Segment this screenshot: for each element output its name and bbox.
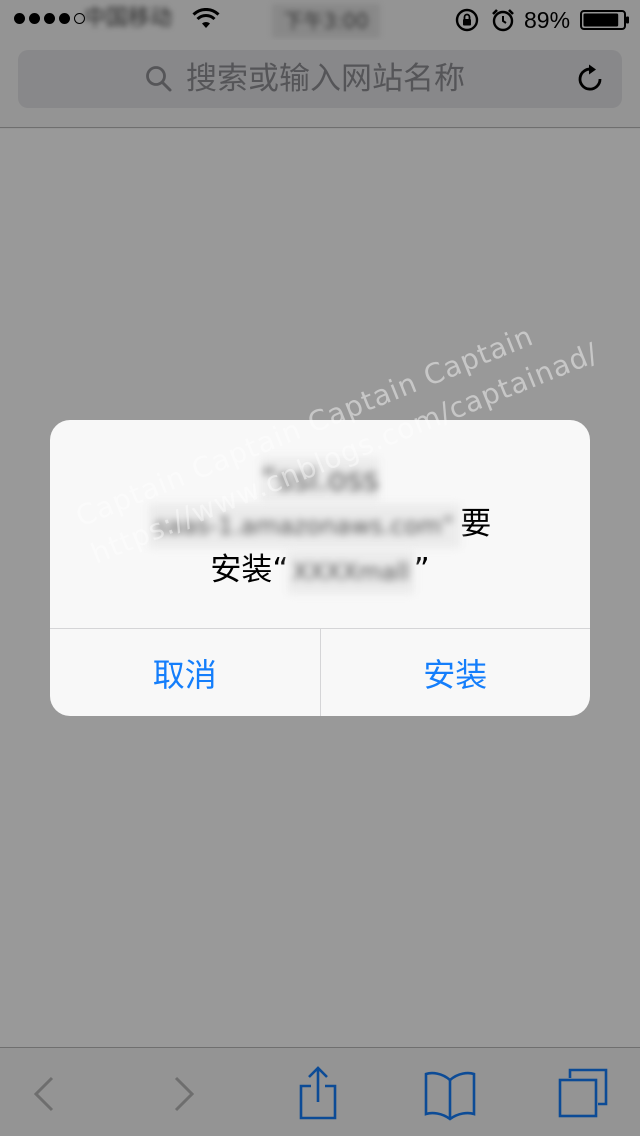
- blurred-domain-part2: saas-1.amazonaws.com”: [148, 504, 461, 548]
- blurred-app-name: XXXXmall: [288, 550, 414, 594]
- alert-message-line1: “ssl.oss: [50, 458, 590, 502]
- install-prefix-text: 安装“: [210, 552, 289, 588]
- blurred-domain-part1: “ssl.oss: [260, 458, 380, 502]
- install-button[interactable]: 安装: [321, 629, 591, 716]
- install-alert-dialog: “ssl.oss saas-1.amazonaws.com” 要 安装“ XXXXm…: [50, 420, 590, 716]
- alert-message: “ssl.oss saas-1.amazonaws.com” 要 安装“ XXXXm…: [50, 458, 590, 594]
- verb-text: 要: [460, 506, 492, 542]
- alert-button-row: 取消 安装: [50, 628, 590, 716]
- alert-message-line2: saas-1.amazonaws.com” 要: [50, 502, 590, 548]
- cancel-button[interactable]: 取消: [50, 629, 321, 716]
- alert-message-line3: 安装“ XXXXmall”: [50, 548, 590, 594]
- install-suffix-text: ”: [413, 552, 430, 588]
